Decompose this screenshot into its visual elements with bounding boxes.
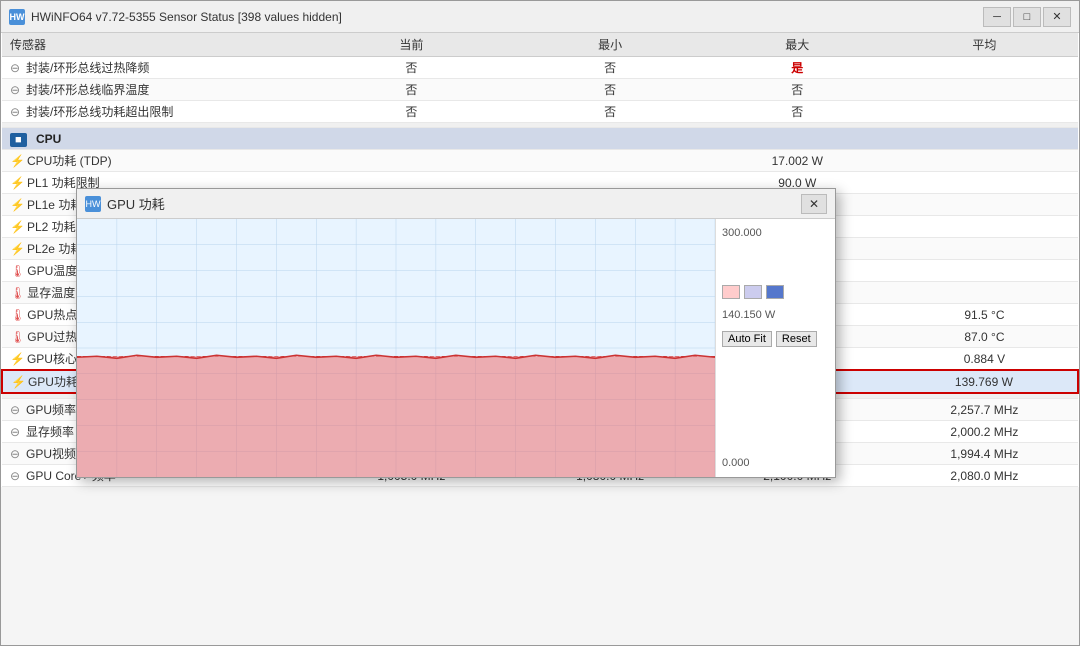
lightning-icon: ⚡ xyxy=(10,198,25,212)
current-val xyxy=(306,150,517,172)
min-val xyxy=(517,150,704,172)
y-axis-mid: 140.150 W xyxy=(722,309,829,321)
section-title: ■ CPU xyxy=(2,128,1078,150)
lightning-icon: ⚡ xyxy=(10,176,25,190)
col-header-name: 传感器 xyxy=(2,33,306,57)
minus-icon: ⊖ xyxy=(10,83,24,97)
thermo-icon: 🌡 xyxy=(10,330,25,344)
max-val: 17.002 W xyxy=(704,150,891,172)
current-val: 否 xyxy=(306,79,517,101)
chart-controls: Auto Fit Reset xyxy=(722,331,829,347)
minimize-button[interactable]: ─ xyxy=(983,7,1011,27)
color-legend xyxy=(722,285,829,299)
avg-val xyxy=(891,260,1078,282)
thermo-icon: 🌡 xyxy=(10,308,25,322)
minus-icon: ⊖ xyxy=(10,61,24,75)
y-axis-top: 300.000 xyxy=(722,227,829,239)
lightning-icon: ⚡ xyxy=(11,375,26,389)
gpu-power-modal[interactable]: HW GPU 功耗 ✕ xyxy=(76,188,836,478)
minus-icon: ⊖ xyxy=(10,447,24,461)
sensor-name: ⊖封装/环形总线功耗超出限制 xyxy=(2,101,306,123)
avg-val: 0.884 V xyxy=(891,348,1078,371)
min-val: 否 xyxy=(517,101,704,123)
avg-val xyxy=(891,194,1078,216)
lightning-icon: ⚡ xyxy=(10,220,25,234)
minus-icon: ⊖ xyxy=(10,105,24,119)
main-window: HW HWiNFO64 v7.72-5355 Sensor Status [39… xyxy=(0,0,1080,646)
col-header-max: 最大 xyxy=(704,33,891,57)
chart-area xyxy=(77,219,715,477)
avg-val xyxy=(891,150,1078,172)
max-val: 否 xyxy=(704,101,891,123)
sensor-name: ⚡CPU功耗 (TDP) xyxy=(2,150,306,172)
title-bar-left: HW HWiNFO64 v7.72-5355 Sensor Status [39… xyxy=(9,9,342,25)
avg-val xyxy=(891,238,1078,260)
avg-val: 1,994.4 MHz xyxy=(891,443,1078,465)
color-box-1 xyxy=(722,285,740,299)
reset-button[interactable]: Reset xyxy=(776,331,817,347)
min-val: 否 xyxy=(517,57,704,79)
lightning-icon: ⚡ xyxy=(10,154,25,168)
avg-val: 87.0 °C xyxy=(891,326,1078,348)
avg-val: 2,000.2 MHz xyxy=(891,421,1078,443)
sensor-name: ⊖封装/环形总线临界温度 xyxy=(2,79,306,101)
avg-val xyxy=(891,216,1078,238)
red-value: 是 xyxy=(791,61,803,75)
chart-svg xyxy=(77,219,715,477)
avg-val xyxy=(891,172,1078,194)
maximize-button[interactable]: □ xyxy=(1013,7,1041,27)
color-box-2 xyxy=(744,285,762,299)
modal-title-left: HW GPU 功耗 xyxy=(85,194,165,213)
avg-val xyxy=(891,101,1078,123)
main-content: 传感器 当前 最小 最大 平均 ⊖封装/环形总线过热降频 否 否 是 ⊖封装/环 xyxy=(1,33,1079,645)
max-val: 否 xyxy=(704,79,891,101)
current-val: 否 xyxy=(306,57,517,79)
modal-app-icon: HW xyxy=(85,196,101,212)
col-header-current: 当前 xyxy=(306,33,517,57)
min-val: 否 xyxy=(517,79,704,101)
avg-val xyxy=(891,79,1078,101)
lightning-icon: ⚡ xyxy=(10,242,25,256)
y-axis-bottom: 0.000 xyxy=(722,457,829,469)
thermo-icon: 🌡 xyxy=(10,264,25,278)
title-bar: HW HWiNFO64 v7.72-5355 Sensor Status [39… xyxy=(1,1,1079,33)
minus-icon: ⊖ xyxy=(10,403,24,417)
app-icon: HW xyxy=(9,9,25,25)
table-row: ⊖封装/环形总线过热降频 否 否 是 xyxy=(2,57,1078,79)
col-header-min: 最小 xyxy=(517,33,704,57)
lightning-icon: ⚡ xyxy=(10,352,25,366)
current-val: 否 xyxy=(306,101,517,123)
table-row: ⊖封装/环形总线临界温度 否 否 否 xyxy=(2,79,1078,101)
table-row: ⚡CPU功耗 (TDP) 17.002 W xyxy=(2,150,1078,172)
avg-val: 2,257.7 MHz xyxy=(891,399,1078,421)
window-title: HWiNFO64 v7.72-5355 Sensor Status [398 v… xyxy=(31,10,342,24)
modal-title: GPU 功耗 xyxy=(107,194,165,213)
minus-icon: ⊖ xyxy=(10,469,24,483)
thermo-icon: 🌡 xyxy=(10,286,25,300)
avg-val xyxy=(891,282,1078,304)
auto-fit-button[interactable]: Auto Fit xyxy=(722,331,772,347)
section-header-cpu: ■ CPU xyxy=(2,128,1078,150)
avg-val: 91.5 °C xyxy=(891,304,1078,326)
chart-sidebar: 300.000 140.150 W Auto Fit Reset xyxy=(715,219,835,477)
avg-val: 139.769 W xyxy=(891,370,1078,393)
table-row: ⊖封装/环形总线功耗超出限制 否 否 否 xyxy=(2,101,1078,123)
window-controls: ─ □ ✕ xyxy=(983,7,1071,27)
close-button[interactable]: ✕ xyxy=(1043,7,1071,27)
modal-close-button[interactable]: ✕ xyxy=(801,194,827,214)
minus-icon: ⊖ xyxy=(10,425,24,439)
sensor-name: ⊖封装/环形总线过热降频 xyxy=(2,57,306,79)
max-val: 是 xyxy=(704,57,891,79)
modal-body: 300.000 140.150 W Auto Fit Reset xyxy=(77,219,835,477)
color-box-3 xyxy=(766,285,784,299)
modal-title-bar: HW GPU 功耗 ✕ xyxy=(77,189,835,219)
avg-val: 2,080.0 MHz xyxy=(891,465,1078,487)
avg-val xyxy=(891,57,1078,79)
col-header-avg: 平均 xyxy=(891,33,1078,57)
